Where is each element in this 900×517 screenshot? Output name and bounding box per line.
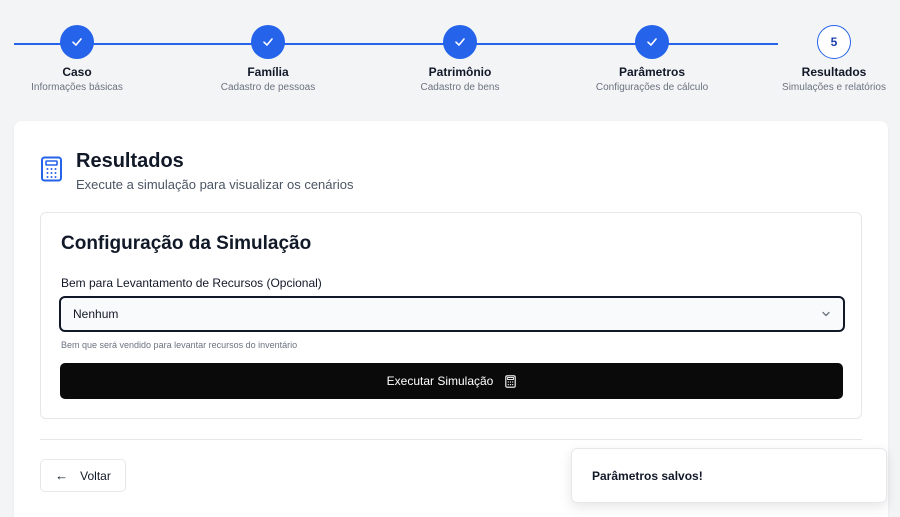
asset-field-hint: Bem que será vendido para levantar recur… — [61, 340, 298, 350]
run-simulation-label: Executar Simulação — [386, 374, 494, 388]
step-resultados[interactable]: 5 Resultados Simulações e relatórios — [754, 25, 900, 93]
back-button[interactable]: ← Voltar — [40, 459, 126, 492]
page-title: Resultados — [76, 150, 184, 172]
toast-message: Parâmetros salvos! — [592, 468, 703, 483]
step-circle-done — [443, 25, 477, 59]
calculator-icon — [505, 374, 517, 388]
progress-stepper: Caso Informações básicas Família Cadastr… — [0, 0, 900, 110]
step-title: Parâmetros — [618, 65, 686, 79]
step-subtitle: Informações básicas — [31, 82, 123, 93]
calculator-icon — [41, 156, 62, 182]
check-icon — [72, 38, 82, 46]
asset-field-label: Bem para Levantamento de Recursos (Opcio… — [61, 276, 322, 290]
step-caso[interactable]: Caso Informações básicas — [0, 25, 157, 93]
card-header-text: Resultados Execute a simulação para visu… — [76, 150, 353, 192]
step-subtitle: Cadastro de bens — [420, 82, 500, 93]
simulation-config-panel: Configuração da Simulação Bem para Levan… — [40, 212, 862, 419]
asset-select-value: Nenhum — [73, 307, 119, 321]
step-circle-done — [60, 25, 94, 59]
page-subtitle: Execute a simulação para visualizar os c… — [76, 177, 354, 192]
card-header: Resultados Execute a simulação para visu… — [40, 150, 353, 192]
step-title: Resultados — [801, 65, 867, 79]
step-subtitle: Cadastro de pessoas — [220, 82, 316, 93]
step-familia[interactable]: Família Cadastro de pessoas — [188, 25, 348, 93]
step-patrimonio[interactable]: Patrimônio Cadastro de bens — [380, 25, 540, 93]
toast-notification: Parâmetros salvos! — [571, 448, 887, 503]
step-subtitle: Simulações e relatórios — [782, 82, 886, 93]
step-parametros[interactable]: Parâmetros Configurações de cálculo — [572, 25, 732, 93]
footer-divider — [40, 439, 862, 440]
step-circle-done — [635, 25, 669, 59]
check-icon — [455, 38, 465, 46]
step-title: Caso — [62, 65, 92, 79]
arrow-left-icon: ← — [55, 468, 69, 483]
step-circle-current: 5 — [817, 25, 851, 59]
back-button-label: Voltar — [80, 468, 111, 483]
run-simulation-button[interactable]: Executar Simulação — [60, 363, 843, 399]
step-title: Patrimônio — [428, 65, 492, 79]
check-icon — [263, 38, 273, 46]
section-title: Configuração da Simulação — [61, 233, 312, 254]
step-subtitle: Configurações de cálculo — [595, 82, 709, 93]
chevron-down-icon — [822, 311, 830, 317]
step-title: Família — [247, 65, 289, 79]
step-circle-done — [251, 25, 285, 59]
check-icon — [647, 38, 657, 46]
asset-select[interactable]: Nenhum — [59, 296, 845, 332]
